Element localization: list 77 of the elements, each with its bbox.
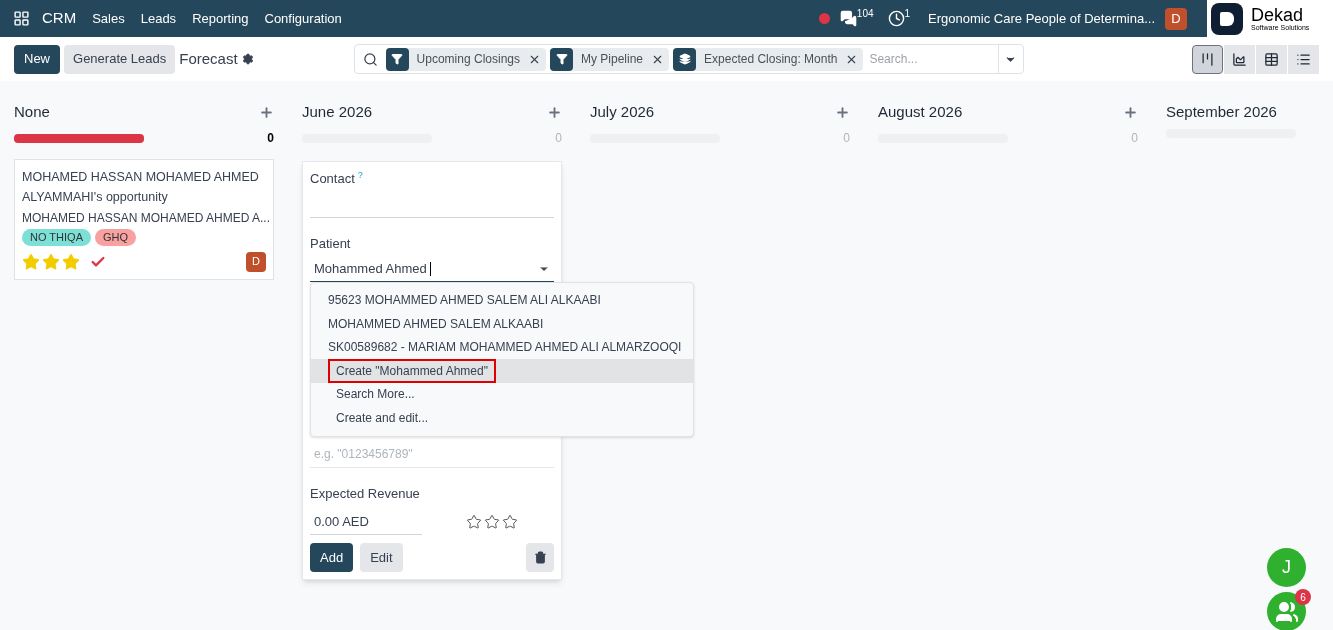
menu-item[interactable]: Leads [140, 8, 177, 29]
clock-icon[interactable] [887, 10, 905, 27]
field-label: Patient [310, 235, 352, 253]
team-chat-button[interactable] [1267, 592, 1306, 630]
new-button[interactable]: New [14, 44, 60, 74]
notification-badge: 6 [1295, 589, 1311, 605]
opportunity-card[interactable]: MOHAMED HASSAN MOHAMED AHMED ALYAMMAHI's opportunity MOHAMED HASSAN MOHAMED AHMED A... NO THIQA GHQ D [14, 159, 274, 280]
list-icon[interactable] [1288, 44, 1319, 74]
dropdown-option[interactable]: Search More... [311, 382, 693, 406]
column-title: July 2026 [590, 101, 655, 122]
menu-item[interactable]: Configuration [264, 8, 342, 29]
user-avatar: D [246, 251, 266, 272]
message-count: 104 [856, 7, 874, 21]
layers-icon [673, 47, 697, 71]
company-name[interactable]: Ergonomic Care People of Determina... [928, 8, 1155, 29]
search-field[interactable]: Search... [867, 50, 998, 68]
search-facet[interactable]: Upcoming Closings [385, 47, 546, 71]
facet-label: My Pipeline [580, 51, 645, 68]
filter-icon [385, 47, 409, 71]
chat-icon[interactable] [839, 10, 857, 27]
page-title: Forecast [179, 48, 238, 69]
group-icon [1274, 599, 1299, 624]
app-name[interactable]: CRM [42, 7, 77, 30]
gear-icon[interactable] [241, 53, 254, 65]
dropdown-option[interactable]: SK00589682 - MARIAM MOHAMMED AHMED ALI ALMARZOOQI [311, 335, 693, 359]
menu-item[interactable]: Sales [92, 8, 125, 29]
patient-field[interactable]: Mohammed Ahmed [310, 257, 554, 282]
column-count: 0 [843, 130, 850, 147]
add-icon[interactable] [259, 104, 274, 120]
dropdown-option[interactable]: Create and edit... [311, 406, 693, 430]
tag: NO THIQA [22, 229, 91, 246]
add-icon[interactable] [835, 104, 850, 120]
column-count: 0 [1131, 130, 1138, 147]
add-button[interactable]: Add [310, 543, 354, 572]
column-title: September 2026 [1166, 101, 1277, 122]
search-facet[interactable]: Expected Closing: Month [673, 47, 864, 71]
apps-menu-icon[interactable] [13, 10, 30, 27]
card-title: MOHAMED HASSAN MOHAMED AHMED ALYAMMAHI's opportunity [22, 169, 260, 206]
tag: GHQ [95, 229, 137, 246]
dropdown-option[interactable]: Create "Mohammed Ahmed" [311, 359, 693, 383]
add-icon[interactable] [1123, 104, 1138, 120]
logo-name: Dekad [1251, 6, 1305, 24]
area-chart-icon[interactable] [1224, 44, 1255, 74]
add-icon[interactable] [547, 104, 562, 120]
user-avatar[interactable]: D [1165, 7, 1187, 30]
edit-button[interactable]: Edit [360, 543, 403, 572]
activity-count: 1 [904, 7, 911, 21]
dropdown-option[interactable]: 95623 MOHAMMED AHMED SALEM ALI ALKAABI [311, 288, 693, 312]
star-icon [22, 252, 40, 271]
column-count: 0 [555, 130, 562, 147]
star-icon [62, 252, 80, 271]
facet-label: Expected Closing: Month [703, 51, 839, 68]
table-icon[interactable] [1256, 44, 1287, 74]
field-label: Contact [310, 170, 355, 188]
star-rating[interactable] [466, 514, 518, 530]
menu-item[interactable]: Reporting [192, 8, 249, 29]
column-title: None [14, 101, 50, 122]
generate-leads-button[interactable]: Generate Leads [64, 44, 176, 74]
delete-button[interactable] [526, 543, 554, 572]
column-title: June 2026 [302, 101, 373, 122]
search-facet[interactable]: My Pipeline [550, 47, 670, 71]
column-count: 0 [267, 130, 274, 147]
star-icon [42, 252, 60, 271]
star-icon [466, 514, 482, 530]
trash-icon [533, 551, 547, 564]
column-title: August 2026 [878, 101, 963, 122]
star-icon [502, 514, 518, 530]
star-icon [484, 514, 500, 530]
star-rating[interactable] [22, 252, 80, 271]
search-icon[interactable] [362, 51, 378, 67]
revenue-field[interactable]: 0.00 AED [310, 509, 422, 535]
kanban-view-icon[interactable] [1192, 44, 1223, 74]
facet-label: Upcoming Closings [415, 51, 521, 68]
dropdown-option[interactable]: MOHAMMED AHMED SALEM ALKAABI [311, 312, 693, 336]
field-label: Expected Revenue [310, 484, 421, 503]
phone-field[interactable]: e.g. "0123456789" [310, 441, 554, 468]
filter-icon [550, 47, 573, 71]
